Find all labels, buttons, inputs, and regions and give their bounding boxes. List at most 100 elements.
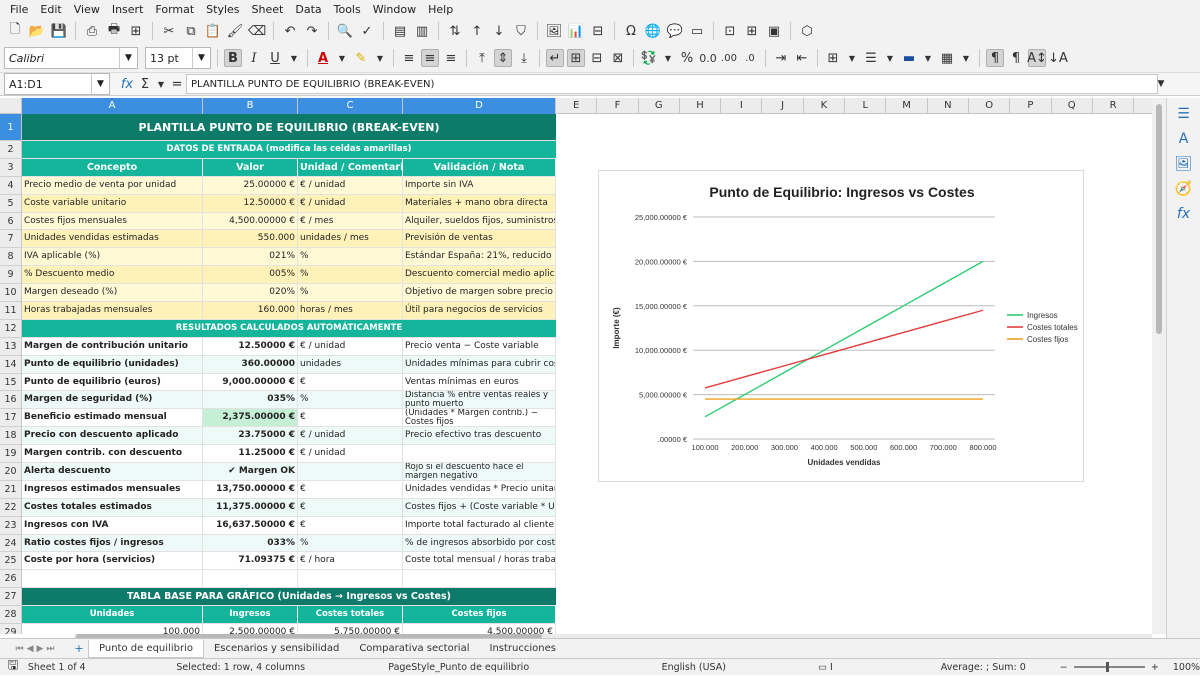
input-cell[interactable]: Coste variable unitario xyxy=(22,194,203,212)
unmerge-cells-icon[interactable]: ⊠ xyxy=(609,49,627,67)
row-header[interactable]: 3 xyxy=(0,159,21,177)
input-cell[interactable]: 25.00000 € xyxy=(203,176,298,194)
row-header[interactable]: 28 xyxy=(0,606,21,625)
column-header-d[interactable]: D xyxy=(403,98,556,114)
result-cell[interactable]: € xyxy=(298,516,403,534)
cut-icon[interactable]: ✂ xyxy=(160,22,178,40)
print-preview-icon[interactable]: ⊞ xyxy=(127,22,145,40)
table-cell[interactable]: 4,500.00000 € xyxy=(403,624,556,634)
result-cell[interactable]: € xyxy=(298,409,403,427)
result-cell[interactable]: Margen contrib. con descuento xyxy=(22,445,203,463)
formula-input[interactable]: PLANTILLA PUNTO DE EQUILIBRIO (BREAK-EVE… xyxy=(186,74,1158,94)
result-cell[interactable]: Precio con descuento aplicado xyxy=(22,427,203,445)
chevron-down-icon[interactable]: ▼ xyxy=(154,75,168,93)
selection-mode-icon[interactable]: ▭ I xyxy=(818,662,941,673)
table-cell[interactable]: 2,500.00000 € xyxy=(203,624,298,634)
result-cell[interactable] xyxy=(403,445,556,463)
zoom-slider-handle[interactable] xyxy=(1105,662,1109,672)
chart-table-title[interactable]: TABLA BASE PARA GRÁFICO (Unidades → Ingr… xyxy=(22,588,556,605)
open-folder-icon[interactable]: 📂 xyxy=(28,22,46,40)
border-color-icon[interactable]: ▬ xyxy=(900,49,918,67)
result-cell[interactable]: 71.09375 € xyxy=(203,552,298,570)
select-all-corner[interactable] xyxy=(0,98,22,114)
row-header[interactable]: 16 xyxy=(0,391,21,410)
result-cell[interactable]: Unidades vendidas * Precio unitario xyxy=(403,480,556,498)
chevron-down-icon[interactable]: ▼ xyxy=(91,74,109,94)
row-header[interactable]: 23 xyxy=(0,517,21,535)
input-cell[interactable]: Costes fijos mensuales xyxy=(22,212,203,230)
insert-chart-icon[interactable]: 📊 xyxy=(567,22,585,40)
row-header[interactable]: 19 xyxy=(0,445,21,464)
underline-icon[interactable]: U xyxy=(266,49,284,67)
increase-indent-icon[interactable]: ⇥ xyxy=(772,49,790,67)
result-cell[interactable]: Distancia % entre ventas reales y punto … xyxy=(403,391,556,409)
formula-equals-icon[interactable]: = xyxy=(168,75,186,93)
input-cell[interactable]: 005% xyxy=(203,266,298,284)
insert-image-icon[interactable]: 🖼 xyxy=(545,22,563,40)
result-cell[interactable]: 035% xyxy=(203,391,298,409)
spelling-icon[interactable]: ✓ xyxy=(358,22,376,40)
input-cell[interactable]: 4,500.00000 € xyxy=(203,212,298,230)
header-footer-icon[interactable]: ▭ xyxy=(688,22,706,40)
column-title[interactable]: Validación / Nota xyxy=(403,158,556,176)
menu-styles[interactable]: Styles xyxy=(200,3,245,16)
column-title[interactable]: Unidad / Comentario xyxy=(298,158,403,176)
row-header[interactable]: 25 xyxy=(0,552,21,571)
clear-formatting-icon[interactable]: ⌫ xyxy=(248,22,266,40)
input-cell[interactable]: Útil para negocios de servicios xyxy=(403,302,556,319)
input-cell[interactable]: 021% xyxy=(203,248,298,266)
menu-sheet[interactable]: Sheet xyxy=(246,3,290,16)
find-replace-icon[interactable]: 🔍 xyxy=(336,22,354,40)
menu-edit[interactable]: Edit xyxy=(34,3,67,16)
add-sheet-icon[interactable]: + xyxy=(70,640,88,658)
result-cell[interactable]: Ingresos con IVA xyxy=(22,516,203,534)
menu-view[interactable]: View xyxy=(68,3,106,16)
input-cell[interactable]: Importe sin IVA xyxy=(403,176,556,194)
number-format-icon[interactable]: 0.0 xyxy=(699,49,717,67)
currency-format-icon[interactable]: 💱 xyxy=(640,49,658,67)
input-cell[interactable]: 160.000 xyxy=(203,302,298,319)
text-direction-rtl-icon[interactable]: ¶ xyxy=(1007,49,1025,67)
row-header[interactable]: 2 xyxy=(0,141,21,159)
merge-center-icon[interactable]: ⊞ xyxy=(567,49,585,67)
font-size-combo[interactable]: 13 pt ▼ xyxy=(145,47,211,69)
row-header[interactable]: 13 xyxy=(0,338,21,356)
input-cell[interactable]: 12.50000 € xyxy=(203,194,298,212)
input-cell[interactable]: Estándar España: 21%, reducido 10%/4% xyxy=(403,248,556,266)
cell-area[interactable]: PLANTILLA PUNTO DE EQUILIBRIO (BREAK-EVE… xyxy=(22,114,556,634)
result-cell[interactable]: Precio efectivo tras descuento xyxy=(403,427,556,445)
result-cell[interactable]: Punto de equilibrio (euros) xyxy=(22,373,203,391)
delete-decimal-icon[interactable]: .0 xyxy=(741,49,759,67)
input-cell[interactable]: Horas trabajadas mensuales xyxy=(22,302,203,319)
tab-punto-de-equilibrio[interactable]: Punto de equilibrio xyxy=(88,639,204,658)
sheet-navigation[interactable]: ⏮ ◀ ▶ ⏭ xyxy=(0,642,70,656)
empty-cell[interactable] xyxy=(203,570,298,588)
gallery-icon[interactable]: 🖼 xyxy=(1175,155,1193,173)
sort-icon[interactable]: ⇅ xyxy=(446,22,464,40)
result-cell[interactable]: Margen de seguridad (%) xyxy=(22,391,203,409)
table-header[interactable]: Unidades xyxy=(22,606,203,624)
column-header-i[interactable]: I xyxy=(721,98,763,114)
chevron-down-icon[interactable]: ▼ xyxy=(845,49,859,67)
result-cell[interactable]: Unidades mínimas para cubrir costes fijo… xyxy=(403,355,556,373)
prev-sheet-icon[interactable]: ◀ xyxy=(27,644,34,654)
vertical-scroll-thumb[interactable] xyxy=(1156,104,1162,334)
result-cell[interactable]: 23.75000 € xyxy=(203,427,298,445)
table-header[interactable]: Costes totales xyxy=(298,606,403,624)
row-header[interactable]: 9 xyxy=(0,266,21,285)
clone-formatting-icon[interactable]: 🖌 xyxy=(226,22,244,40)
input-cell[interactable]: IVA aplicable (%) xyxy=(22,248,203,266)
special-character-icon[interactable]: Ω xyxy=(622,22,640,40)
menu-data[interactable]: Data xyxy=(289,3,327,16)
result-cell[interactable]: 13,750.00000 € xyxy=(203,480,298,498)
result-cell[interactable] xyxy=(298,463,403,480)
input-cell[interactable]: % xyxy=(298,284,403,302)
draw-shapes-icon[interactable]: ⬡ xyxy=(798,22,816,40)
export-pdf-icon[interactable]: ⎙ xyxy=(83,22,101,40)
conditional-format-icon[interactable]: ▦ xyxy=(938,49,956,67)
result-cell[interactable]: € / hora xyxy=(298,552,403,570)
column-header-o[interactable]: O xyxy=(969,98,1011,114)
result-cell[interactable]: Costes totales estimados xyxy=(22,498,203,516)
row-header[interactable]: 15 xyxy=(0,374,21,392)
input-cell[interactable]: % xyxy=(298,248,403,266)
